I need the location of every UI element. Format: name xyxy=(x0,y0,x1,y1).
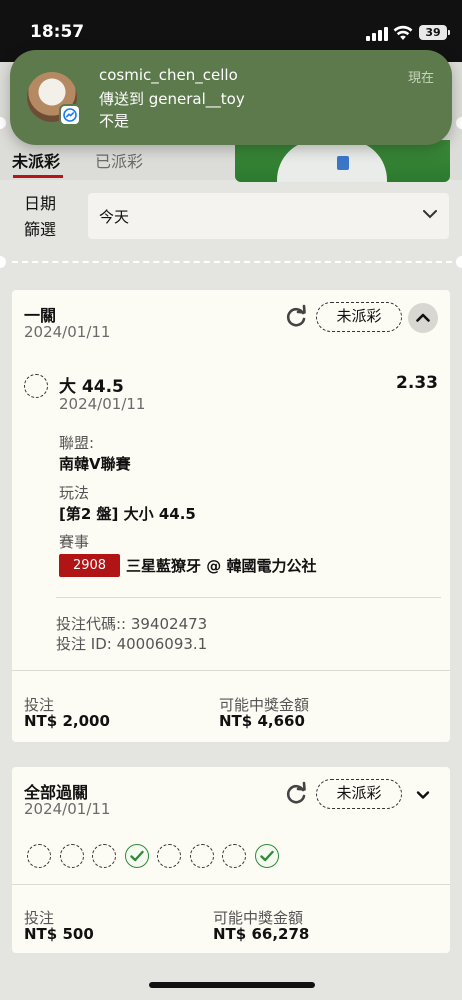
leg-status-won-icon xyxy=(124,844,149,868)
notification-sender: cosmic_chen_cello xyxy=(99,66,238,84)
notification-title: 傳送到 general__toy xyxy=(99,90,245,108)
bet-id: 投注 ID: 40006093.1 xyxy=(56,635,208,653)
leg-status-pending-icon xyxy=(27,844,51,868)
market-label: 玩法 xyxy=(59,484,90,502)
bet-card-single: 一關 2024/01/11 未派彩 大 44.5 2024/01/11 2.33… xyxy=(12,290,450,742)
chevron-down-icon[interactable] xyxy=(413,787,433,803)
battery-level: 39 xyxy=(425,26,441,39)
chevron-down-icon xyxy=(423,210,437,219)
league-label: 聯盟: xyxy=(59,434,95,452)
tab-active-underline xyxy=(13,175,63,178)
leg-status-won-icon xyxy=(254,844,279,868)
tab-unsettled[interactable]: 未派彩 xyxy=(12,148,60,172)
messenger-icon xyxy=(59,104,81,126)
home-indicator[interactable] xyxy=(149,982,315,988)
leg-status-pending-icon xyxy=(59,844,84,868)
stake-value: NT$ 2,000 xyxy=(24,712,110,730)
bet-date: 2024/01/11 xyxy=(24,800,111,818)
ticket-notch-left xyxy=(0,256,6,268)
ticket-notch-right xyxy=(456,117,462,129)
status-badge: 未派彩 xyxy=(316,302,402,332)
status-time: 18:57 xyxy=(30,22,85,42)
date-filter-value: 今天 xyxy=(99,208,130,226)
selection-name: 大 44.5 xyxy=(59,377,124,397)
notification-body: 不是 xyxy=(99,112,130,130)
leg-status-pending-icon xyxy=(189,844,214,868)
date-filter-label-line2: 篩選 xyxy=(24,220,57,239)
leg-status-pending-icon xyxy=(157,844,181,868)
notification-time: 現在 xyxy=(408,71,435,86)
battery-icon: 39 xyxy=(419,25,450,40)
event-id-badge: 2908 xyxy=(59,554,120,577)
divider xyxy=(12,884,450,885)
ticket-perforation xyxy=(12,261,452,263)
date-filter-label-line1: 日期 xyxy=(24,194,57,213)
date-filter-label: 日期 篩選 xyxy=(24,191,64,243)
tab-settled[interactable]: 已派彩 xyxy=(95,148,143,172)
chevron-up-icon xyxy=(416,313,430,322)
ticket-notch-right xyxy=(456,256,462,268)
bet-code: 投注代碼:: 39402473 xyxy=(56,615,208,633)
stake-value: NT$ 500 xyxy=(24,925,94,943)
refresh-icon[interactable] xyxy=(283,781,309,807)
divider xyxy=(56,597,441,598)
player-image xyxy=(277,140,387,182)
bet-card-parlay: 全部過關 2024/01/11 未派彩 投注 NT$ 500 可能中獎金額 NT… xyxy=(12,767,450,953)
market-value: [第2 盤] 大小 44.5 xyxy=(59,505,196,523)
collapse-button[interactable] xyxy=(408,303,438,333)
selection-odds: 2.33 xyxy=(396,373,438,393)
wifi-icon xyxy=(393,25,413,40)
leg-status-pending-icon xyxy=(222,844,246,868)
bet-date: 2024/01/11 xyxy=(24,323,111,341)
leg-status-pending-icon xyxy=(92,844,116,868)
status-badge: 未派彩 xyxy=(316,779,402,809)
event-label: 賽事 xyxy=(59,533,90,551)
signal-icon xyxy=(366,27,388,41)
promo-banner[interactable] xyxy=(235,140,450,182)
selection-status-pending xyxy=(24,374,48,398)
payout-value: NT$ 4,660 xyxy=(219,712,305,730)
payout-value: NT$ 66,278 xyxy=(213,925,310,943)
event-name: 三星藍獠牙 @ 韓國電力公社 xyxy=(126,557,317,575)
selection-date: 2024/01/11 xyxy=(59,395,146,413)
league-value: 南韓V聯賽 xyxy=(59,455,131,473)
date-filter-select[interactable]: 今天 xyxy=(88,193,449,239)
divider xyxy=(12,670,450,671)
refresh-icon[interactable] xyxy=(283,304,309,330)
notification-banner[interactable]: cosmic_chen_cello 傳送到 general__toy 不是 現在 xyxy=(10,50,452,145)
